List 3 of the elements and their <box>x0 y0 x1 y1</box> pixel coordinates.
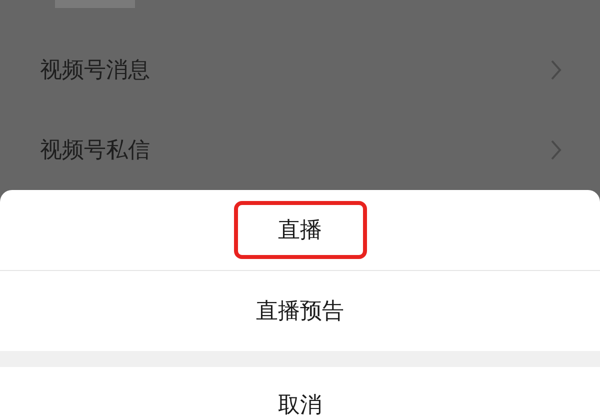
chevron-right-icon <box>550 59 562 81</box>
option-button[interactable]: 直播 <box>234 201 366 259</box>
chevron-right-icon <box>550 139 562 161</box>
